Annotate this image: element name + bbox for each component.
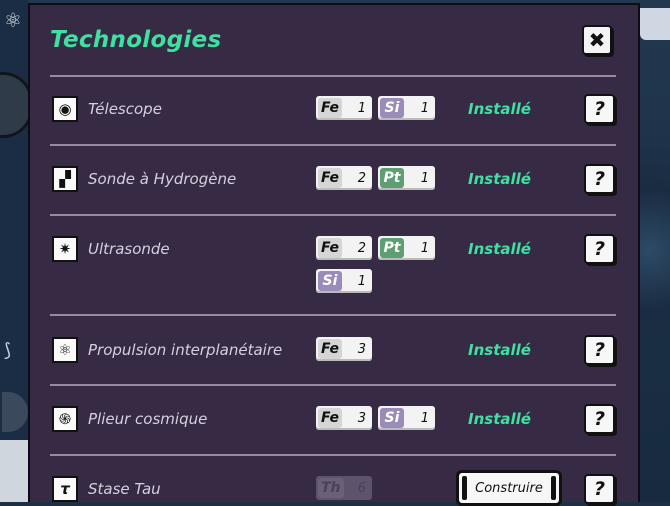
tau-icon: τ xyxy=(52,476,78,502)
resource-qty: 3 xyxy=(357,342,366,357)
help-button[interactable]: ? xyxy=(584,335,615,365)
divider xyxy=(50,214,616,216)
spiral-icon: ֍ xyxy=(52,406,78,432)
tech-name: Plieur cosmique xyxy=(88,410,208,428)
resource-symbol: Fe xyxy=(318,168,342,188)
network-icon[interactable]: ⟆ xyxy=(4,340,11,361)
resource-chip-fe: Fe 3 xyxy=(316,406,372,430)
tech-name: Ultrasonde xyxy=(88,240,170,258)
close-button[interactable]: ✖ xyxy=(582,25,612,55)
technologies-dialog: Technologies ✖ ◉ Télescope Fe 1 Si 1 Ins… xyxy=(28,3,640,506)
atom-icon[interactable]: ⚛ xyxy=(4,8,22,32)
resource-symbol: Fe xyxy=(318,339,342,359)
resource-symbol: Fe xyxy=(318,238,342,258)
resource-qty: 1 xyxy=(357,101,366,116)
build-button[interactable]: Construire xyxy=(456,470,562,506)
help-button[interactable]: ? xyxy=(584,474,615,504)
dialog-title: Technologies xyxy=(50,27,222,53)
status-installed: Installé xyxy=(468,240,531,258)
resource-chip-fe: Fe 2 xyxy=(316,236,372,260)
resource-qty: 1 xyxy=(420,101,429,116)
resource-symbol: Pt xyxy=(380,168,404,188)
divider xyxy=(50,314,616,316)
resource-qty: 6 xyxy=(357,481,366,496)
resource-chip-pt: Pt 1 xyxy=(378,236,435,260)
divider xyxy=(50,384,616,386)
help-button[interactable]: ? xyxy=(584,234,615,264)
resource-chip-fe: Fe 1 xyxy=(316,96,372,120)
resource-symbol: Si xyxy=(380,408,404,428)
resource-qty: 2 xyxy=(357,241,366,256)
help-button[interactable]: ? xyxy=(584,164,615,194)
resource-symbol: Th xyxy=(318,478,344,498)
help-button[interactable]: ? xyxy=(584,404,615,434)
divider xyxy=(50,144,616,146)
tech-name: Sonde à Hydrogène xyxy=(88,170,237,188)
tech-name: Stase Tau xyxy=(88,480,161,498)
resource-qty: 1 xyxy=(357,274,366,289)
close-icon: ✖ xyxy=(588,28,606,52)
resource-qty: 1 xyxy=(420,241,429,256)
resource-chip-fe: Fe 2 xyxy=(316,166,372,190)
status-installed: Installé xyxy=(468,410,531,428)
resource-symbol: Pt xyxy=(380,238,404,258)
galaxy-icon[interactable] xyxy=(2,392,28,432)
resource-chip-si: Si 1 xyxy=(378,406,435,430)
divider xyxy=(50,75,616,77)
resource-chip-pt: Pt 1 xyxy=(378,166,435,190)
resource-symbol: Si xyxy=(380,98,404,118)
divider xyxy=(50,454,616,456)
telescope-icon: ◉ xyxy=(52,96,78,122)
atom-icon: ⚛ xyxy=(52,337,78,363)
resource-qty: 1 xyxy=(420,171,429,186)
help-button[interactable]: ? xyxy=(584,94,615,124)
resource-chip-fe: Fe 3 xyxy=(316,337,372,361)
hydrogen-probe-icon: ▞ xyxy=(52,166,78,192)
resource-qty: 1 xyxy=(420,411,429,426)
resource-qty: 3 xyxy=(357,411,366,426)
resource-symbol: Fe xyxy=(318,98,342,118)
status-installed: Installé xyxy=(468,341,531,359)
resource-chip-si: Si 1 xyxy=(378,96,435,120)
resource-symbol: Fe xyxy=(318,408,342,428)
ship-icon[interactable] xyxy=(0,440,28,502)
status-installed: Installé xyxy=(468,170,531,188)
tech-name: Propulsion interplanétaire xyxy=(88,341,283,359)
tech-name: Télescope xyxy=(88,100,162,118)
status-installed: Installé xyxy=(468,100,531,118)
resource-chip-th: Th 6 xyxy=(316,476,372,500)
ultrasound-icon: ✷ xyxy=(52,236,78,262)
hud-corner xyxy=(640,8,670,40)
resource-chip-si: Si 1 xyxy=(316,269,372,293)
resource-symbol: Si xyxy=(318,271,342,291)
left-toolbar: ⚛ ⟆ xyxy=(0,0,33,502)
resource-qty: 2 xyxy=(357,171,366,186)
